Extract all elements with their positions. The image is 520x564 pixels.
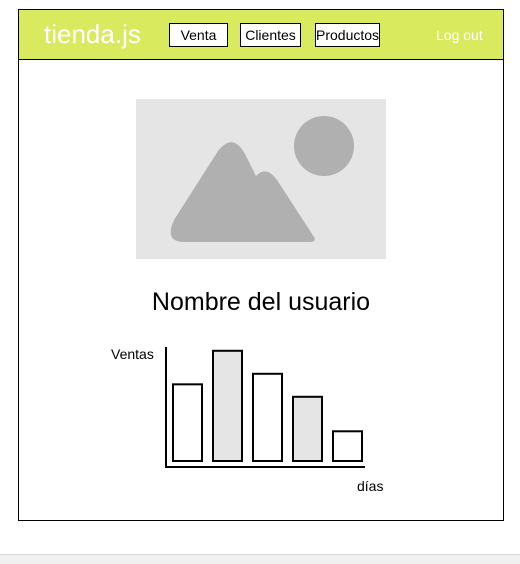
bottom-strip xyxy=(0,554,520,564)
bar-1 xyxy=(172,383,203,462)
sales-bar-chart: Ventas días xyxy=(111,346,383,494)
y-axis-label: Ventas xyxy=(111,346,154,362)
navbar: tienda.js Venta Clientes Productos Log o… xyxy=(19,10,503,60)
bar-5 xyxy=(332,430,363,462)
image-placeholder-icon xyxy=(136,99,386,259)
nav-productos-button[interactable]: Productos xyxy=(315,23,380,47)
mountain-shape xyxy=(170,142,315,242)
brand-logo[interactable]: tienda.js xyxy=(44,19,141,49)
user-name: Nombre del usuario xyxy=(151,288,371,316)
x-axis-label: días xyxy=(357,478,383,494)
app-window: tienda.js Venta Clientes Productos Log o… xyxy=(18,9,504,521)
sun-shape xyxy=(294,116,354,176)
nav-clientes-button[interactable]: Clientes xyxy=(240,23,301,47)
logout-link[interactable]: Log out xyxy=(436,25,483,45)
nav-venta-button[interactable]: Venta xyxy=(169,23,228,47)
bar-3 xyxy=(252,372,283,463)
bar-4 xyxy=(292,395,323,463)
bar-2 xyxy=(212,349,243,463)
